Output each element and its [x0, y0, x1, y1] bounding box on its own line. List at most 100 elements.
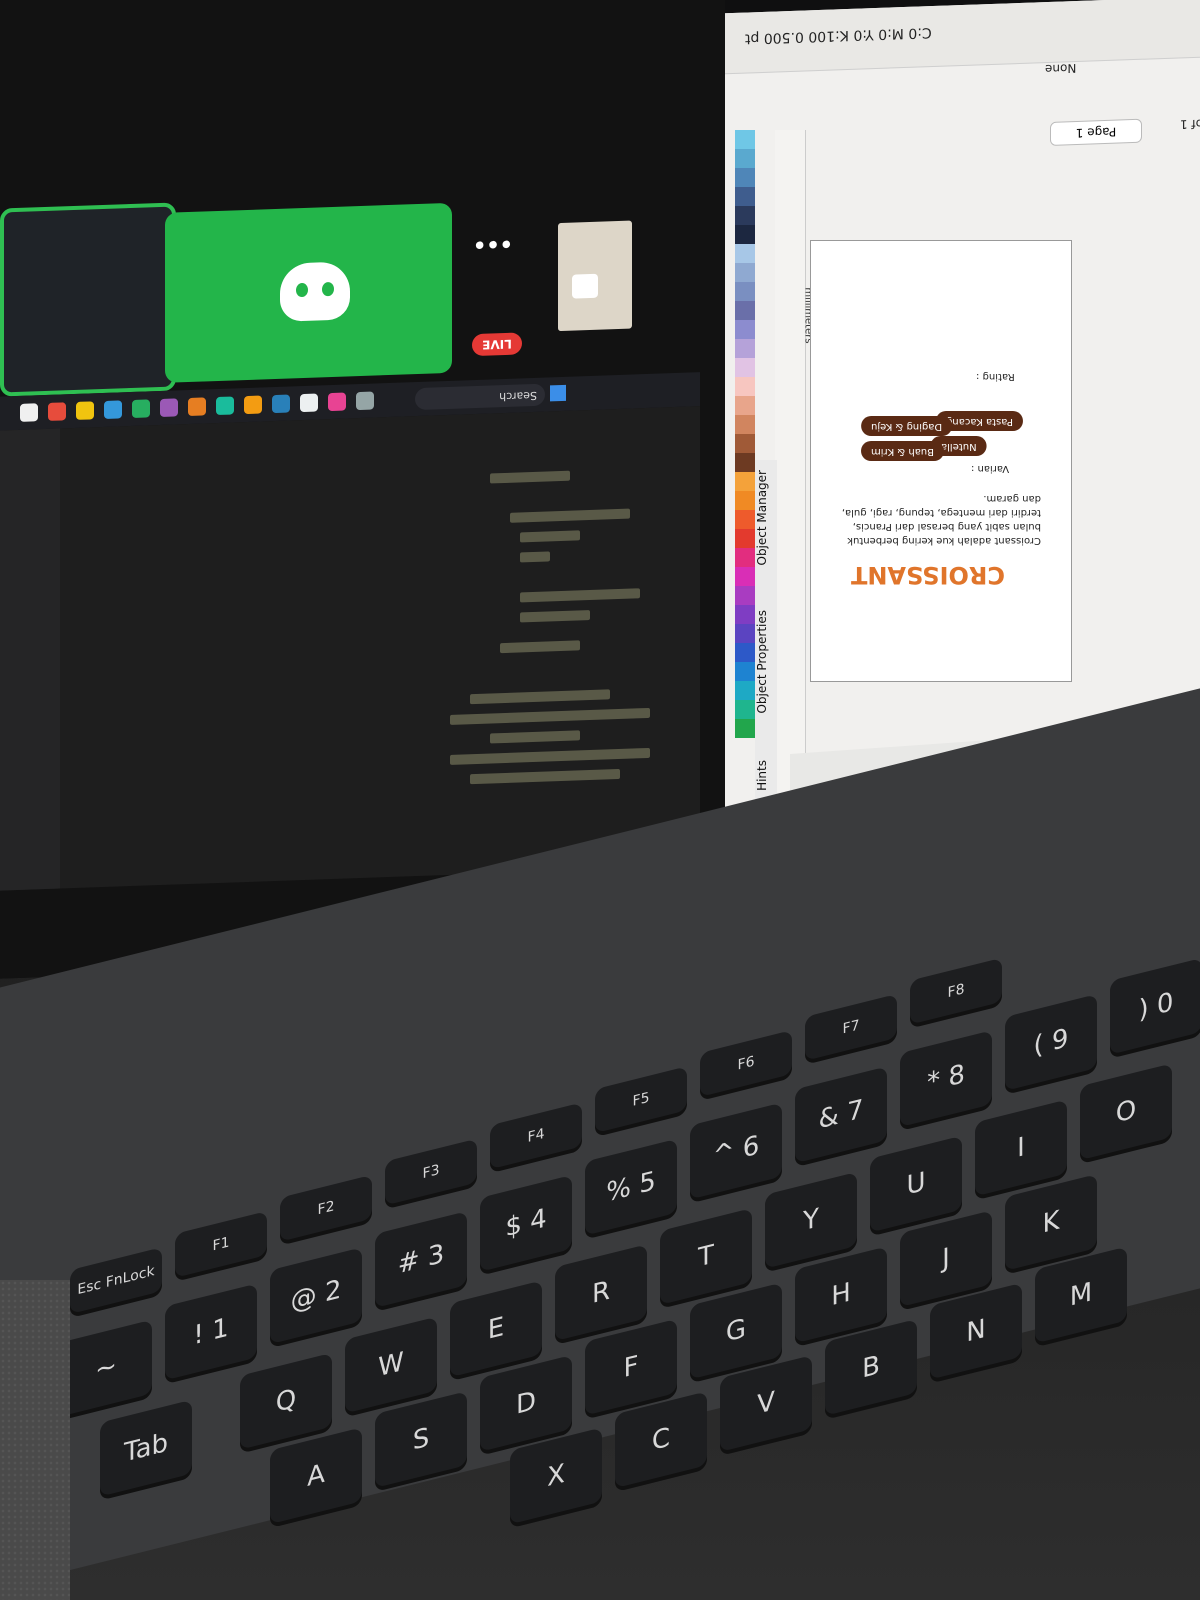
taskbar-app-icon[interactable] [132, 399, 150, 418]
palette-swatch[interactable] [735, 187, 755, 206]
key-o[interactable]: O [1080, 1063, 1172, 1161]
key-9[interactable]: ( 9 [1005, 994, 1097, 1091]
taskbar-app-icon[interactable] [216, 396, 234, 416]
palette-swatch[interactable] [735, 244, 755, 263]
windows-start-icon[interactable] [550, 384, 566, 402]
palette-swatch[interactable] [735, 168, 755, 187]
palette-swatch[interactable] [735, 301, 755, 320]
key-y[interactable]: Y [765, 1171, 857, 1269]
key-n[interactable]: N [930, 1282, 1022, 1380]
key-0[interactable]: ) 0 [1110, 957, 1200, 1055]
video-call-tile-camera[interactable] [0, 202, 176, 397]
palette-swatch[interactable] [735, 149, 755, 168]
key-tilde[interactable]: ~ [60, 1319, 152, 1417]
more-options-icon[interactable]: ••• [472, 231, 512, 262]
taskbar-app-icon[interactable] [160, 398, 178, 418]
key-6[interactable]: ^ 6 [690, 1102, 782, 1200]
key-c[interactable]: C [615, 1391, 707, 1489]
palette-swatch[interactable] [735, 263, 755, 282]
palette-swatch[interactable] [735, 339, 755, 358]
variant-pill[interactable]: Daging & Keju [861, 416, 953, 436]
palette-swatch[interactable] [735, 624, 755, 643]
taskbar-app-icon[interactable] [356, 391, 374, 411]
palette-swatch[interactable] [735, 605, 755, 624]
palette-swatch[interactable] [735, 586, 755, 605]
page-tab[interactable]: Page 1 [1050, 118, 1142, 146]
palette-swatch[interactable] [735, 453, 755, 472]
palette-swatch[interactable] [735, 719, 755, 738]
taskbar-app-icon[interactable] [104, 400, 122, 419]
palette-swatch[interactable] [735, 396, 755, 415]
key-8[interactable]: * 8 [900, 1030, 992, 1128]
key-t[interactable]: T [660, 1208, 752, 1305]
key-v[interactable]: V [720, 1355, 812, 1453]
palette-swatch[interactable] [735, 548, 755, 567]
taskbar-app-icon[interactable] [188, 397, 206, 417]
key-x[interactable]: X [510, 1427, 602, 1525]
palette-swatch[interactable] [735, 434, 755, 453]
palette-swatch[interactable] [735, 377, 755, 396]
key-w[interactable]: W [345, 1316, 437, 1414]
key-f1[interactable]: F1 [175, 1210, 267, 1278]
key-7[interactable]: & 7 [795, 1066, 887, 1164]
key-f8[interactable]: F8 [910, 957, 1002, 1025]
key-4[interactable]: $ 4 [480, 1174, 572, 1272]
video-call-tile-discord[interactable] [165, 202, 452, 383]
taskbar-search-box[interactable]: Search [415, 383, 545, 411]
key-a[interactable]: A [270, 1427, 362, 1525]
palette-swatch[interactable] [735, 472, 755, 491]
taskbar-app-icon[interactable] [244, 395, 262, 415]
document-title: CROISSANT [851, 561, 1005, 589]
palette-swatch[interactable] [735, 700, 755, 719]
palette-swatch[interactable] [735, 282, 755, 301]
key-tab[interactable]: Tab [100, 1399, 192, 1497]
key-q[interactable]: Q [240, 1352, 332, 1450]
tab-object-manager[interactable]: Object Manager [755, 470, 777, 566]
palette-swatch[interactable] [735, 510, 755, 529]
taskbar-app-icon[interactable] [272, 394, 290, 414]
palette-swatch[interactable] [735, 225, 755, 244]
taskbar-app-icon[interactable] [328, 392, 346, 412]
key-f6[interactable]: F6 [700, 1030, 792, 1098]
docker-side-tabs: Object Manager Object Properties Hints [755, 460, 777, 820]
palette-swatch[interactable] [735, 662, 755, 681]
palette-swatch[interactable] [735, 529, 755, 548]
key-u[interactable]: U [870, 1135, 962, 1233]
palette-swatch[interactable] [735, 130, 755, 149]
color-palette[interactable] [735, 130, 755, 738]
key-esc[interactable]: Esc FnLock [70, 1247, 162, 1315]
palette-swatch[interactable] [735, 643, 755, 662]
key-e[interactable]: E [450, 1280, 542, 1378]
tab-object-properties[interactable]: Object Properties [755, 610, 777, 714]
key-1[interactable]: ! 1 [165, 1283, 257, 1381]
key-b[interactable]: B [825, 1318, 917, 1416]
key-3[interactable]: # 3 [375, 1211, 467, 1309]
taskbar-app-icon[interactable] [20, 403, 38, 422]
palette-swatch[interactable] [735, 206, 755, 225]
key-i[interactable]: I [975, 1099, 1067, 1197]
key-s[interactable]: S [375, 1391, 467, 1489]
key-5[interactable]: % 5 [585, 1138, 677, 1236]
key-f4[interactable]: F4 [490, 1102, 582, 1170]
palette-swatch[interactable] [735, 491, 755, 510]
taskbar-app-icon[interactable] [300, 393, 318, 413]
document-page[interactable]: CROISSANT Croissant adalah kue kering be… [810, 240, 1072, 682]
palette-swatch[interactable] [735, 567, 755, 586]
variant-pill[interactable]: Buah & Krim [861, 441, 945, 461]
palette-swatch[interactable] [735, 358, 755, 377]
key-f3[interactable]: F3 [385, 1138, 477, 1206]
tab-hints[interactable]: Hints [755, 760, 777, 791]
palette-swatch[interactable] [735, 681, 755, 700]
key-m[interactable]: M [1035, 1246, 1127, 1344]
key-2[interactable]: @ 2 [270, 1247, 362, 1345]
key-f5[interactable]: F5 [595, 1066, 687, 1134]
key-r[interactable]: R [555, 1244, 647, 1342]
key-f2[interactable]: F2 [280, 1174, 372, 1242]
palette-swatch[interactable] [735, 415, 755, 434]
taskbar-app-icon[interactable] [76, 401, 94, 420]
palette-swatch[interactable] [735, 320, 755, 339]
fill-none-label[interactable]: None [1045, 61, 1076, 76]
key-f7[interactable]: F7 [805, 993, 897, 1061]
taskbar-app-icon[interactable] [48, 402, 66, 421]
code-area[interactable] [90, 447, 690, 868]
